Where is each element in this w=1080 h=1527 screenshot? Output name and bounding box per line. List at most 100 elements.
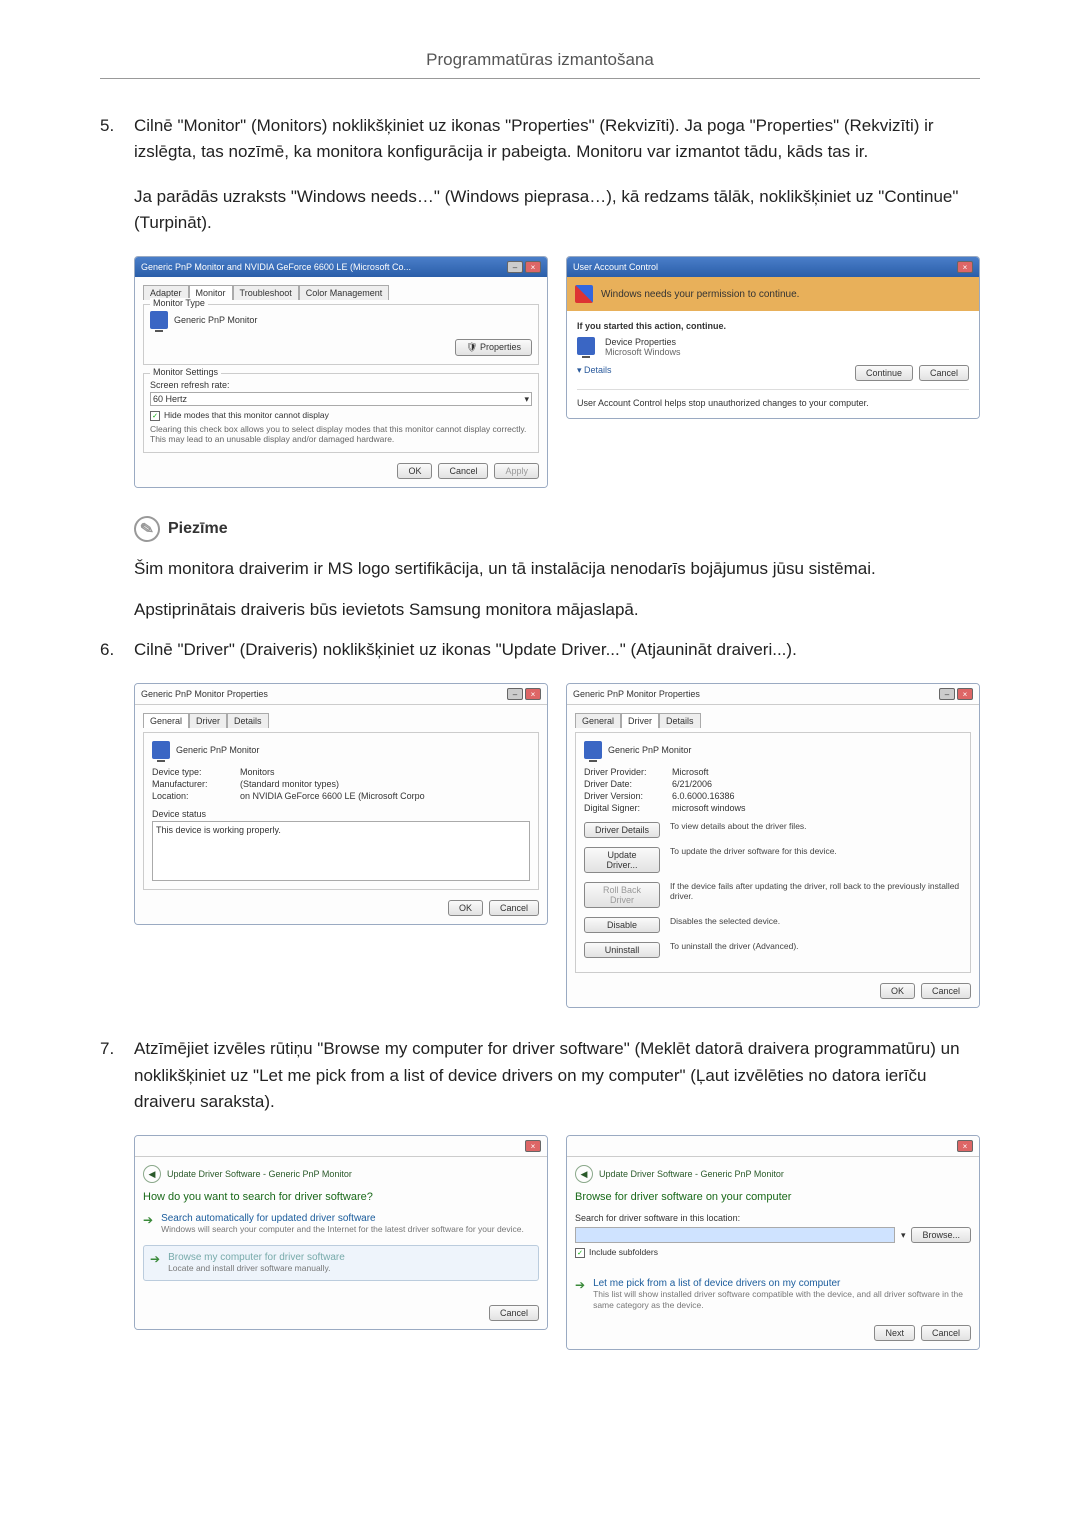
close-icon[interactable]: × xyxy=(957,1140,973,1152)
tab-driver[interactable]: Driver xyxy=(621,713,659,728)
uac-program: Device Properties xyxy=(605,337,681,347)
step-6-num: 6. xyxy=(100,637,134,663)
include-subfolders-checkbox[interactable]: ✓ xyxy=(575,1248,585,1258)
uac-details-link[interactable]: ▾ Details xyxy=(577,365,849,381)
value-location: on NVIDIA GeForce 6600 LE (Microsoft Cor… xyxy=(240,791,425,801)
cancel-button[interactable]: Cancel xyxy=(921,1325,971,1341)
next-button[interactable]: Next xyxy=(874,1325,915,1341)
label-manufacturer: Manufacturer: xyxy=(152,779,232,789)
refresh-rate-label: Screen refresh rate: xyxy=(150,380,532,390)
tab-driver[interactable]: Driver xyxy=(189,713,227,728)
uac-title: User Account Control xyxy=(573,262,658,272)
device-name: Generic PnP Monitor xyxy=(608,745,691,755)
tab-general[interactable]: General xyxy=(143,713,189,728)
dialog-title: Generic PnP Monitor and NVIDIA GeForce 6… xyxy=(141,262,411,272)
minimize-icon[interactable]: – xyxy=(939,688,955,700)
step-5: 5. Cilnē "Monitor" (Monitors) noklikšķin… xyxy=(100,113,980,236)
device-status-box: This device is working properly. xyxy=(152,821,530,881)
search-location-label: Search for driver software in this locat… xyxy=(575,1213,971,1223)
back-icon[interactable]: ◀ xyxy=(143,1165,161,1183)
disable-button[interactable]: Disable xyxy=(584,917,660,933)
arrow-icon: ➔ xyxy=(150,1253,160,1265)
cancel-button[interactable]: Cancel xyxy=(921,983,971,999)
disable-desc: Disables the selected device. xyxy=(670,914,962,926)
note-p1: Šim monitora draiverim ir MS logo sertif… xyxy=(134,556,980,582)
label-device-type: Device type: xyxy=(152,767,232,777)
note-p2: Apstiprinātais draiveris būs ievietots S… xyxy=(134,597,980,623)
uninstall-button[interactable]: Uninstall xyxy=(584,942,660,958)
uac-message: Windows needs your permission to continu… xyxy=(601,289,799,300)
device-name: Generic PnP Monitor xyxy=(176,745,259,755)
properties-button[interactable]: 🛡 Properties xyxy=(455,339,532,356)
tab-troubleshoot[interactable]: Troubleshoot xyxy=(233,285,299,300)
hide-modes-desc: Clearing this check box allows you to se… xyxy=(150,424,532,444)
close-icon[interactable]: × xyxy=(525,261,541,273)
option-let-me-pick[interactable]: ➔ Let me pick from a list of device driv… xyxy=(575,1278,971,1311)
tab-details[interactable]: Details xyxy=(227,713,269,728)
dialog-monitor-properties: Generic PnP Monitor and NVIDIA GeForce 6… xyxy=(134,256,548,488)
uac-publisher: Microsoft Windows xyxy=(605,347,681,357)
dialog-title: Generic PnP Monitor Properties xyxy=(573,689,700,699)
value-digital-signer: microsoft windows xyxy=(672,803,746,813)
step-5-text: Cilnē "Monitor" (Monitors) noklikšķiniet… xyxy=(134,113,980,166)
step-7-num: 7. xyxy=(100,1036,134,1115)
step-6: 6. Cilnē "Driver" (Draiveris) noklikšķin… xyxy=(100,637,980,663)
monitor-icon xyxy=(150,311,168,329)
step-7-text: Atzīmējiet izvēles rūtiņu "Browse my com… xyxy=(134,1036,980,1115)
value-driver-date: 6/21/2006 xyxy=(672,779,712,789)
tab-color-management[interactable]: Color Management xyxy=(299,285,390,300)
continue-button[interactable]: Continue xyxy=(855,365,913,381)
ok-button[interactable]: OK xyxy=(448,900,483,916)
shield-icon xyxy=(575,285,593,303)
uac-started: If you started this action, continue. xyxy=(577,321,969,331)
dialog-device-properties-general: Generic PnP Monitor Properties –× Genera… xyxy=(134,683,548,925)
label-driver-provider: Driver Provider: xyxy=(584,767,664,777)
minimize-icon[interactable]: – xyxy=(507,688,523,700)
dialog-title: Generic PnP Monitor Properties xyxy=(141,689,268,699)
label-device-status: Device status xyxy=(152,809,530,819)
browse-button[interactable]: Browse... xyxy=(911,1227,971,1243)
driver-details-button[interactable]: Driver Details xyxy=(584,822,660,838)
tab-details[interactable]: Details xyxy=(659,713,701,728)
back-icon[interactable]: ◀ xyxy=(575,1165,593,1183)
step-5-para2: Ja parādās uzraksts "Windows needs…" (Wi… xyxy=(134,184,980,237)
close-icon[interactable]: × xyxy=(525,688,541,700)
cancel-button[interactable]: Cancel xyxy=(489,1305,539,1321)
program-icon xyxy=(577,337,595,355)
cancel-button[interactable]: Cancel xyxy=(438,463,488,479)
ok-button[interactable]: OK xyxy=(880,983,915,999)
arrow-icon: ➔ xyxy=(575,1279,585,1291)
cancel-button[interactable]: Cancel xyxy=(919,365,969,381)
dialog-device-properties-driver: Generic PnP Monitor Properties –× Genera… xyxy=(566,683,980,1008)
step-5-num: 5. xyxy=(100,113,134,236)
refresh-rate-select[interactable]: 60 Hertz ▾ xyxy=(150,392,532,406)
close-icon[interactable]: × xyxy=(957,688,973,700)
arrow-icon: ➔ xyxy=(143,1214,153,1226)
value-manufacturer: (Standard monitor types) xyxy=(240,779,339,789)
close-icon[interactable]: × xyxy=(957,261,973,273)
update-driver-desc: To update the driver software for this d… xyxy=(670,844,962,856)
update-driver-button[interactable]: Update Driver... xyxy=(584,847,660,873)
minimize-icon[interactable]: – xyxy=(507,261,523,273)
group-monitor-type: Monitor Type xyxy=(150,298,208,308)
apply-button[interactable]: Apply xyxy=(494,463,539,479)
breadcrumb: Update Driver Software - Generic PnP Mon… xyxy=(599,1169,784,1179)
ok-button[interactable]: OK xyxy=(397,463,432,479)
roll-back-driver-desc: If the device fails after updating the d… xyxy=(670,879,962,901)
path-input[interactable] xyxy=(575,1227,895,1243)
monitor-icon xyxy=(152,741,170,759)
cancel-button[interactable]: Cancel xyxy=(489,900,539,916)
option-search-automatically[interactable]: ➔ Search automatically for updated drive… xyxy=(143,1213,539,1235)
note-icon: ✎ xyxy=(132,514,162,544)
wizard-heading: Browse for driver software on your compu… xyxy=(575,1191,971,1203)
dialog-update-driver-wizard-1: × ◀ Update Driver Software - Generic PnP… xyxy=(134,1135,548,1330)
roll-back-driver-button[interactable]: Roll Back Driver xyxy=(584,882,660,908)
uninstall-desc: To uninstall the driver (Advanced). xyxy=(670,939,962,951)
tab-general[interactable]: General xyxy=(575,713,621,728)
dialog-update-driver-wizard-2: × ◀ Update Driver Software - Generic PnP… xyxy=(566,1135,980,1350)
close-icon[interactable]: × xyxy=(525,1140,541,1152)
option-browse-computer[interactable]: ➔ Browse my computer for driver software… xyxy=(143,1245,539,1281)
hide-modes-checkbox[interactable]: ✓ xyxy=(150,411,160,421)
driver-details-desc: To view details about the driver files. xyxy=(670,819,962,831)
dialog-uac: User Account Control × Windows needs you… xyxy=(566,256,980,419)
